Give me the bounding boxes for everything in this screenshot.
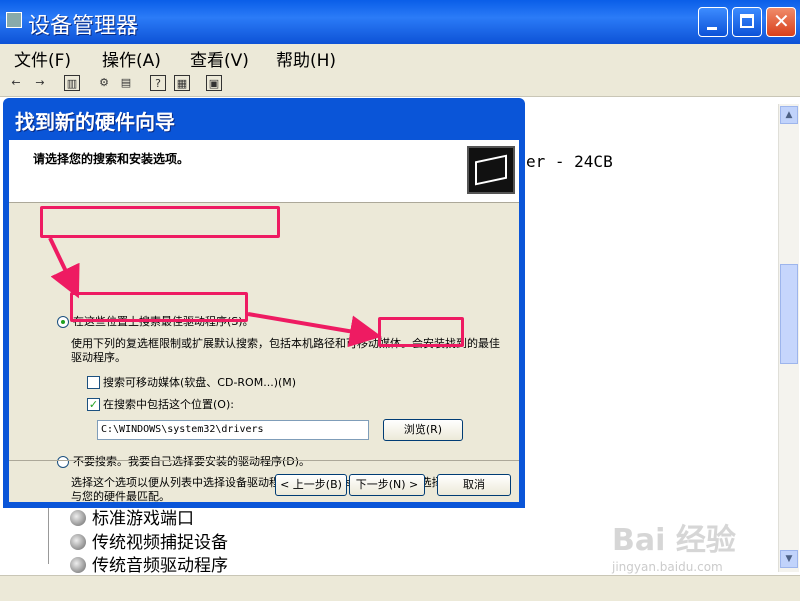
arrow-to-include-location xyxy=(48,237,80,299)
arrow-to-browse-button xyxy=(247,312,382,348)
annotation-arrows xyxy=(48,237,382,348)
